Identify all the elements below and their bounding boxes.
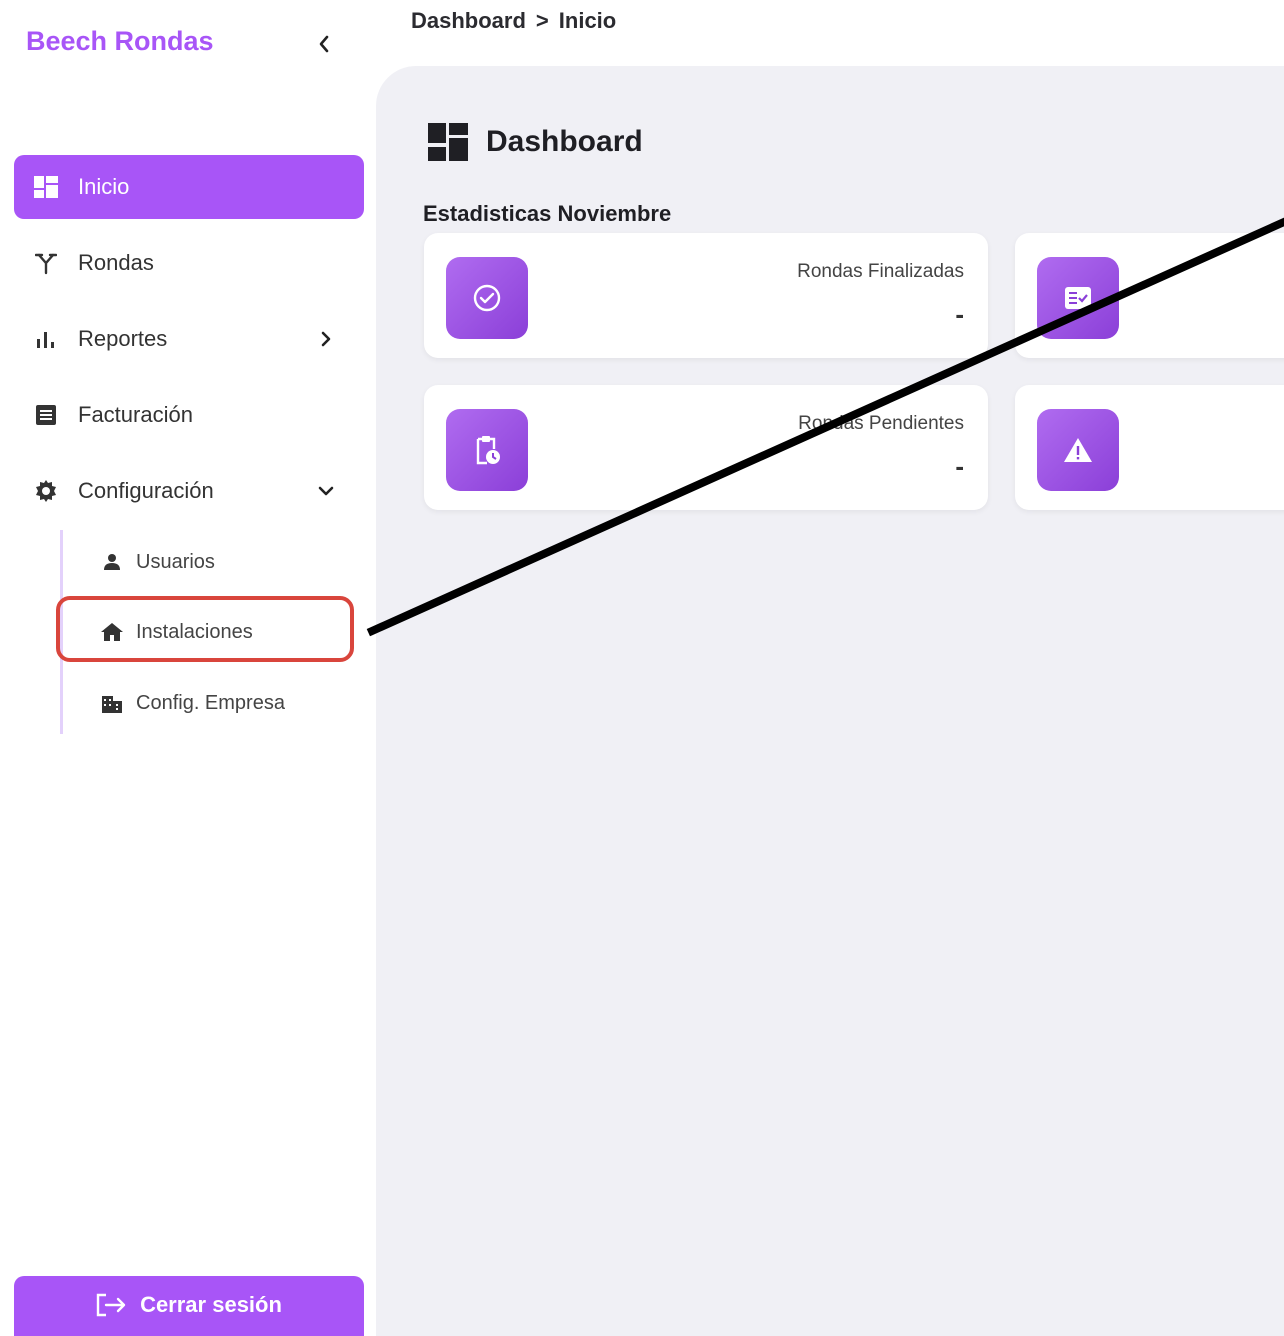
sidebar-subitem-label: Config. Empresa xyxy=(136,691,285,714)
sidebar-subitem-instalaciones[interactable]: Instalaciones xyxy=(66,607,346,657)
check-circle-icon xyxy=(446,257,528,339)
sidebar-item-reportes[interactable]: Reportes xyxy=(14,307,364,371)
receipt-icon xyxy=(34,403,58,427)
dashboard-icon xyxy=(34,175,58,199)
chevron-left-icon xyxy=(319,35,329,53)
bar-chart-icon xyxy=(34,327,58,351)
chevron-down-icon xyxy=(314,479,338,503)
clipboard-clock-icon xyxy=(446,409,528,491)
page-header: Dashboard xyxy=(428,123,643,161)
sidebar-item-label: Rondas xyxy=(78,250,154,275)
home-icon xyxy=(100,620,124,644)
sidebar: Beech Rondas Inicio Rondas Reportes Fact… xyxy=(0,0,376,1336)
page-title: Dashboard xyxy=(486,125,643,158)
collapse-sidebar-button[interactable] xyxy=(314,30,334,58)
logout-icon xyxy=(96,1292,128,1318)
section-title: Estadisticas Noviembre xyxy=(423,201,672,226)
dashboard-icon xyxy=(428,123,468,161)
fork-icon xyxy=(34,251,58,275)
sidebar-item-label: Inicio xyxy=(78,174,130,199)
breadcrumb-separator: > xyxy=(535,8,549,33)
sidebar-item-label: Reportes xyxy=(78,326,168,351)
stat-card-value: - xyxy=(955,299,964,329)
user-icon xyxy=(100,550,124,574)
chevron-right-icon xyxy=(314,327,338,351)
stat-card-2[interactable] xyxy=(1015,233,1284,358)
stat-card-rondas-pendientes[interactable]: Rondas Pendientes - xyxy=(424,385,988,510)
logout-button[interactable]: Cerrar sesión xyxy=(14,1276,364,1336)
stat-card-value: - xyxy=(955,451,964,481)
stat-card-title: Rondas Pendientes xyxy=(798,413,964,434)
logout-label: Cerrar sesión xyxy=(140,1292,282,1317)
stat-card-4[interactable] xyxy=(1015,385,1284,510)
sidebar-item-facturacion[interactable]: Facturación xyxy=(14,383,364,447)
sidebar-item-rondas[interactable]: Rondas xyxy=(14,231,364,295)
sidebar-item-inicio[interactable]: Inicio xyxy=(14,155,364,219)
gear-icon xyxy=(34,479,58,503)
submenu-tree-line xyxy=(60,530,63,734)
sidebar-item-configuracion[interactable]: Configuración xyxy=(14,459,364,523)
sidebar-item-label: Facturación xyxy=(78,402,193,427)
breadcrumb: Dashboard > Inicio xyxy=(411,8,616,34)
building-icon xyxy=(100,691,124,715)
checklist-icon xyxy=(1037,257,1119,339)
warning-icon xyxy=(1037,409,1119,491)
brand-title: Beech Rondas xyxy=(26,26,214,56)
breadcrumb-current: Inicio xyxy=(558,8,617,33)
main-panel: Dashboard Estadisticas Noviembre Rondas … xyxy=(376,66,1284,1336)
stat-card-title: Rondas Finalizadas xyxy=(797,261,964,282)
sidebar-subitem-label: Usuarios xyxy=(136,550,215,573)
sidebar-subitem-label: Instalaciones xyxy=(136,620,253,643)
sidebar-subitem-usuarios[interactable]: Usuarios xyxy=(66,537,346,587)
stat-card-rondas-finalizadas[interactable]: Rondas Finalizadas - xyxy=(424,233,988,358)
sidebar-item-label: Configuración xyxy=(78,478,214,503)
sidebar-subitem-config-empresa[interactable]: Config. Empresa xyxy=(66,678,346,728)
breadcrumb-parent[interactable]: Dashboard xyxy=(411,8,526,34)
